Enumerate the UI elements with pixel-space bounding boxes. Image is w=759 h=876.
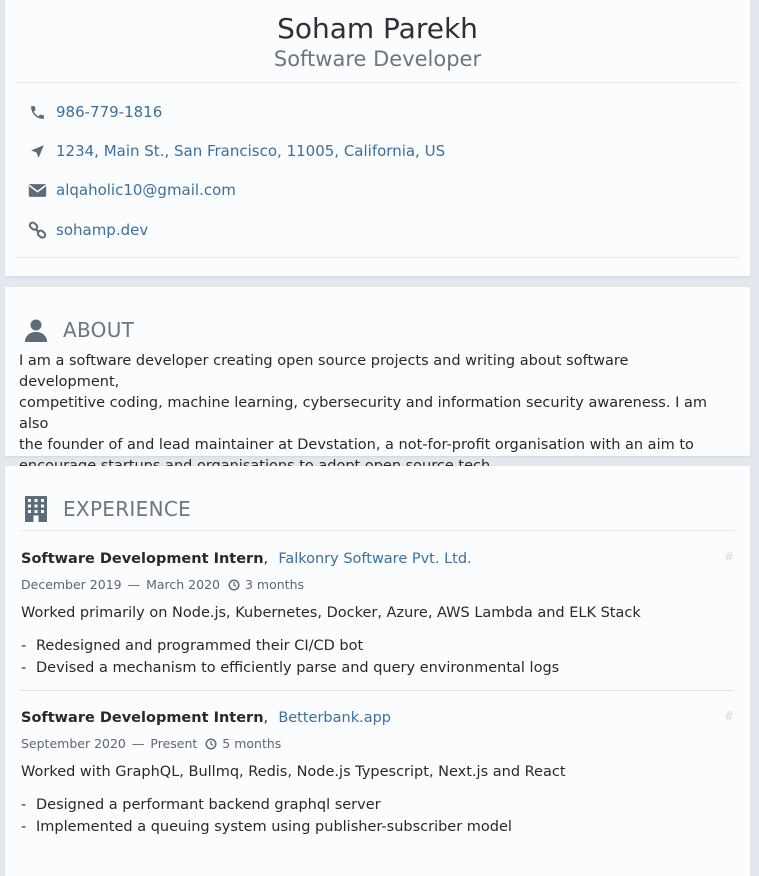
header-divider xyxy=(15,82,740,83)
job-summary: Worked with GraphQL, Bullmq, Redis, Node… xyxy=(21,764,566,780)
link-icon xyxy=(27,220,47,240)
job-summary: Worked primarily on Node.js, Kubernetes,… xyxy=(21,605,641,621)
about-line: I am a software developer creating open … xyxy=(19,353,629,390)
about-heading: ABOUT xyxy=(23,317,134,343)
about-line: competitive coding, machine learning, cy… xyxy=(19,395,707,432)
contact-phone[interactable]: 986-779-1816 xyxy=(27,101,162,123)
contact-address-text[interactable]: 1234, Main St., San Francisco, 11005, Ca… xyxy=(56,142,445,160)
job-anchor-link[interactable]: # xyxy=(724,550,734,564)
job-duration: 5 months xyxy=(222,736,282,751)
experience-heading: EXPERIENCE xyxy=(23,496,191,522)
user-icon xyxy=(23,317,49,343)
list-item: - Designed a performant backend graphql s… xyxy=(21,797,381,813)
job-bullets: - Designed a performant backend graphql s… xyxy=(21,794,512,838)
contact-email[interactable]: alqaholic10@gmail.com xyxy=(27,179,236,201)
about-line: the founder of and lead maintainer at De… xyxy=(19,437,694,453)
job-end-date: Present xyxy=(150,736,198,751)
contact-website-text[interactable]: sohamp.dev xyxy=(56,221,148,239)
clock-icon xyxy=(228,579,240,591)
list-item: - Redesigned and programmed their CI/CD b… xyxy=(21,638,364,654)
phone-icon xyxy=(27,102,47,122)
job-header: Software Development Intern, Falkonry So… xyxy=(21,551,472,567)
clock-icon xyxy=(205,738,217,750)
location-arrow-icon xyxy=(27,141,47,161)
job-end-date: March 2020 xyxy=(146,577,220,592)
job-start-date: December 2019 xyxy=(21,577,122,592)
experience-divider xyxy=(20,530,734,531)
experience-card: EXPERIENCE Software Development Intern, … xyxy=(5,466,750,876)
job-dates: December 2019 — March 2020 3 months xyxy=(21,577,305,592)
contact-phone-text[interactable]: 986-779-1816 xyxy=(56,103,162,121)
job-duration: 3 months xyxy=(245,577,305,592)
job-entry: Software Development Intern, Betterbank.… xyxy=(21,707,734,837)
job-start-date: September 2020 xyxy=(21,736,126,751)
profile-name: Soham Parekh xyxy=(277,12,478,45)
building-icon xyxy=(23,496,49,522)
about-title: ABOUT xyxy=(63,318,135,342)
job-company-link[interactable]: Betterbank.app xyxy=(278,710,391,726)
contact-email-text[interactable]: alqaholic10@gmail.com xyxy=(56,181,236,199)
list-item: - Implemented a queuing system using publ… xyxy=(21,819,512,835)
job-divider xyxy=(20,690,734,691)
list-item: - Devised a mechanism to efficiently pars… xyxy=(21,660,560,676)
job-title: Software Development Intern xyxy=(21,551,264,567)
envelope-icon xyxy=(27,180,47,200)
profile-role: Software Developer xyxy=(273,47,482,71)
job-company-link[interactable]: Falkonry Software Pvt. Ltd. xyxy=(278,551,471,567)
experience-title: EXPERIENCE xyxy=(63,497,192,521)
about-text: I am a software developer creating open … xyxy=(19,351,731,477)
job-title: Software Development Intern xyxy=(21,710,264,726)
job-entry: Software Development Intern, Falkonry So… xyxy=(21,548,734,678)
header-bottom-divider xyxy=(15,257,740,258)
contact-website[interactable]: sohamp.dev xyxy=(27,219,148,241)
contact-address[interactable]: 1234, Main St., San Francisco, 11005, Ca… xyxy=(27,140,445,162)
job-header: Software Development Intern, Betterbank.… xyxy=(21,710,392,726)
profile-header-card: Soham Parekh Software Developer 986-779-… xyxy=(5,0,750,276)
job-bullets: - Redesigned and programmed their CI/CD b… xyxy=(21,635,559,679)
job-dates: September 2020 — Present 5 months xyxy=(21,736,282,751)
about-card: ABOUT I am a software developer creating… xyxy=(5,287,750,474)
job-anchor-link[interactable]: # xyxy=(724,709,734,723)
